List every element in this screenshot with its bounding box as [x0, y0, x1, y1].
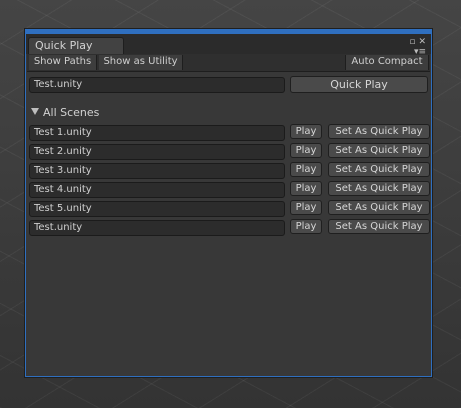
scene-play-button[interactable]: Play [290, 219, 322, 234]
set-as-quick-play-button[interactable]: Set As Quick Play [328, 143, 430, 158]
set-as-quick-play-button[interactable]: Set As Quick Play [328, 200, 430, 215]
scene-name-field[interactable]: Test 1.unity [29, 125, 285, 141]
scene-play-button[interactable]: Play [290, 162, 322, 177]
auto-compact-button[interactable]: Auto Compact [345, 55, 429, 70]
tab-quick-play[interactable]: Quick Play [28, 37, 124, 54]
set-as-quick-play-button[interactable]: Set As Quick Play [328, 219, 430, 234]
close-icon[interactable]: ✕ [418, 38, 426, 47]
scene-name-field[interactable]: Test 2.unity [29, 144, 285, 160]
scene-play-button[interactable]: Play [290, 124, 322, 139]
toolbar: Show Paths Show as Utility Auto Compact [27, 54, 430, 72]
all-scenes-foldout[interactable]: All Scenes [31, 106, 99, 120]
show-as-utility-button[interactable]: Show as Utility [99, 55, 183, 70]
show-paths-button[interactable]: Show Paths [29, 55, 97, 70]
scene-name-field[interactable]: Test 3.unity [29, 163, 285, 179]
window-controls: ▫ ✕ [406, 38, 426, 47]
scene-name-field[interactable]: Test.unity [29, 220, 285, 236]
scene-play-button[interactable]: Play [290, 143, 322, 158]
tab-strip: Quick Play ▫ ✕ ▾≡ [25, 34, 432, 57]
scene-play-button[interactable]: Play [290, 181, 322, 196]
scene-name-field[interactable]: Test 5.unity [29, 201, 285, 217]
set-as-quick-play-button[interactable]: Set As Quick Play [328, 162, 430, 177]
all-scenes-label: All Scenes [43, 106, 100, 119]
quick-play-window: Quick Play ▫ ✕ ▾≡ Show Paths Show as Util… [24, 28, 433, 378]
scene-name-field[interactable]: Test 4.unity [29, 182, 285, 198]
set-as-quick-play-button[interactable]: Set As Quick Play [328, 124, 430, 139]
foldout-triangle-icon[interactable] [31, 108, 39, 115]
quick-play-button[interactable]: Quick Play [290, 76, 428, 93]
restore-icon[interactable]: ▫ [409, 38, 415, 47]
scene-play-button[interactable]: Play [290, 200, 322, 215]
current-scene-field[interactable]: Test.unity [29, 77, 285, 93]
set-as-quick-play-button[interactable]: Set As Quick Play [328, 181, 430, 196]
